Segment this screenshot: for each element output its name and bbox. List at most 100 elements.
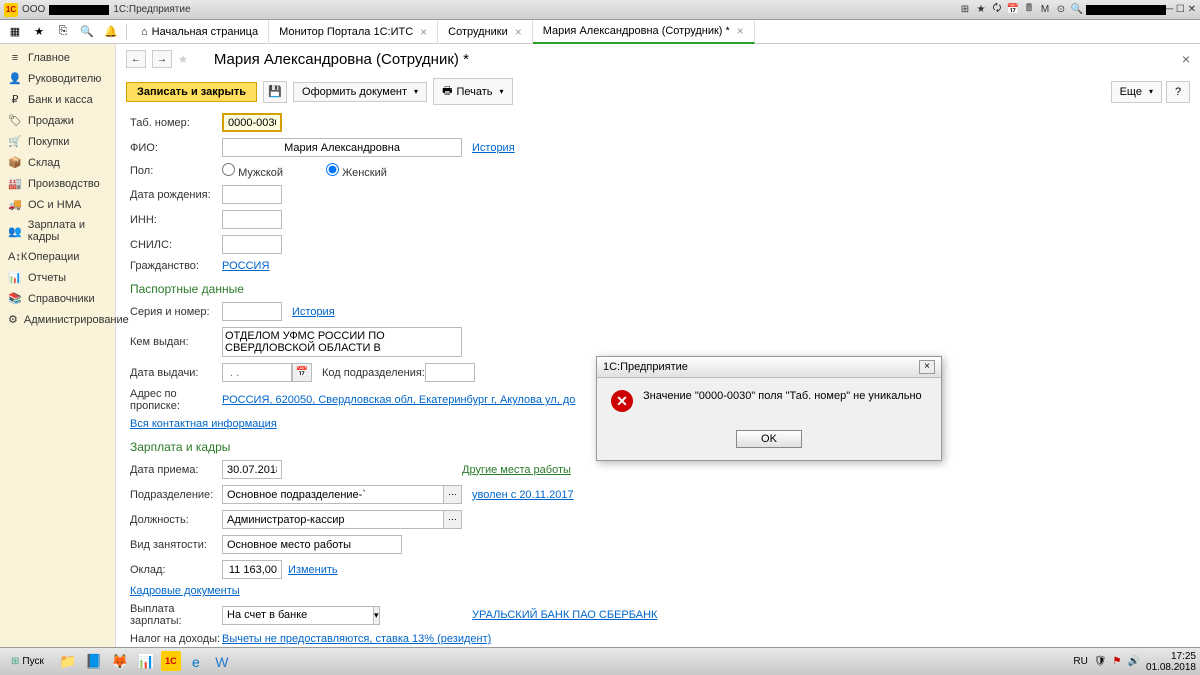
help-button[interactable]: ? — [1166, 81, 1190, 103]
tab-employees[interactable]: Сотрудники × — [438, 20, 533, 44]
print-dropdown[interactable]: 🖶Печать — [433, 78, 512, 105]
subdiv-code-input[interactable] — [425, 363, 475, 382]
tab-close-icon[interactable]: × — [420, 25, 427, 39]
sidebar-item-warehouse[interactable]: 📦Склад — [0, 152, 115, 173]
hire-date-label: Дата приема: — [130, 464, 222, 476]
sidebar-item-operations[interactable]: А↕КОперации — [0, 247, 115, 267]
hr-docs-link[interactable]: Кадровые документы — [130, 585, 240, 597]
citizenship-link[interactable]: РОССИЯ — [222, 260, 269, 272]
tab-close-icon[interactable]: × — [515, 25, 522, 39]
people-icon: 👥 — [8, 225, 22, 238]
tray-icon[interactable]: 🔍 — [1070, 3, 1084, 17]
sidebar-item-main[interactable]: ≡Главное — [0, 48, 115, 68]
tray-icon[interactable]: M — [1038, 3, 1052, 17]
more-dropdown[interactable]: Еще — [1111, 81, 1162, 103]
tray-icon[interactable]: 🔊 — [1127, 656, 1139, 667]
sidebar-item-label: Главное — [28, 52, 70, 64]
position-input[interactable] — [222, 510, 444, 529]
taskbar-clock[interactable]: 17:25 01.08.2018 — [1146, 651, 1196, 673]
fio-input[interactable] — [222, 138, 462, 157]
sidebar-item-reference[interactable]: 📚Справочники — [0, 288, 115, 309]
tab-close-icon[interactable]: × — [737, 24, 744, 38]
sidebar-item-production[interactable]: 🏭Производство — [0, 173, 115, 194]
calendar-icon[interactable]: 📅 — [292, 363, 312, 382]
favorite-star-icon[interactable] — [178, 53, 188, 66]
minimize-button[interactable]: ─ — [1166, 4, 1173, 15]
nav-forward-button[interactable]: → — [152, 50, 172, 68]
issue-date-input[interactable] — [222, 363, 292, 382]
search-icon[interactable]: 🔍 — [76, 22, 98, 42]
clipboard-icon[interactable]: ⎘ — [52, 22, 74, 42]
inn-input[interactable] — [222, 210, 282, 229]
tray-icon[interactable]: 📅 — [1006, 3, 1020, 17]
sidebar-item-reports[interactable]: 📊Отчеты — [0, 267, 115, 288]
change-salary-link[interactable]: Изменить — [288, 564, 338, 576]
bell-icon[interactable]: 🔔 — [100, 22, 122, 42]
sidebar-item-manager[interactable]: 👤Руководителю — [0, 68, 115, 89]
gender-female-radio[interactable]: Женский — [326, 163, 418, 179]
sidebar-item-sales[interactable]: 🏷Продажи — [0, 110, 115, 131]
open-ref-icon[interactable]: ⋯ — [444, 510, 462, 529]
history-link[interactable]: История — [472, 142, 515, 154]
maximize-button[interactable]: ☐ — [1176, 4, 1185, 15]
language-indicator[interactable]: RU — [1073, 656, 1087, 667]
tray-icon[interactable]: ⊙ — [1054, 3, 1068, 17]
issued-by-input[interactable]: ОТДЕЛОМ УФМС РОССИИ ПО СВЕРДЛОВСКОЙ ОБЛА… — [222, 327, 462, 357]
apps-grid-icon[interactable]: ▦ — [4, 22, 26, 42]
address-link[interactable]: РОССИЯ, 620050, Свердловская обл, Екатер… — [222, 394, 575, 406]
favorites-icon[interactable]: ★ — [28, 22, 50, 42]
save-icon-button[interactable]: 💾 — [263, 81, 287, 103]
sidebar-item-admin[interactable]: ⚙Администрирование — [0, 309, 115, 330]
birth-date-input[interactable] — [222, 185, 282, 204]
tax-link[interactable]: Вычеты не предоставляются, ставка 13% (р… — [222, 633, 491, 645]
taskbar-app-icon[interactable]: 📘 — [83, 651, 105, 673]
tray-icon[interactable]: ★ — [974, 3, 988, 17]
tray-icon[interactable]: ⚑ — [1113, 656, 1122, 667]
dept-input[interactable] — [222, 485, 444, 504]
snils-input[interactable] — [222, 235, 282, 254]
salary-input[interactable] — [222, 560, 282, 579]
gender-male-radio[interactable]: Мужской — [222, 163, 314, 179]
hire-date-input[interactable] — [222, 460, 282, 479]
format-document-dropdown[interactable]: Оформить документ — [293, 82, 427, 102]
passport-series-input[interactable] — [222, 302, 282, 321]
sidebar-item-assets[interactable]: 🚚ОС и НМА — [0, 194, 115, 215]
other-workplaces-link[interactable]: Другие места работы — [462, 464, 571, 476]
history-link[interactable]: История — [292, 306, 335, 318]
truck-icon: 🚚 — [8, 198, 22, 211]
dialog-close-button[interactable]: × — [919, 360, 935, 374]
chevron-down-icon[interactable]: ▾ — [374, 606, 380, 625]
taskbar-app-icon[interactable]: 📊 — [135, 651, 157, 673]
taskbar-word-icon[interactable]: W — [211, 651, 233, 673]
sidebar-item-purchases[interactable]: 🛒Покупки — [0, 131, 115, 152]
tab-employee-card[interactable]: Мария Александровна (Сотрудник) * × — [533, 20, 755, 44]
taskbar-firefox-icon[interactable]: 🦊 — [109, 651, 131, 673]
save-close-button[interactable]: Записать и закрыть — [126, 82, 257, 102]
user-icon: 👤 — [8, 72, 22, 85]
dialog-ok-button[interactable]: OK — [736, 430, 802, 448]
sidebar-item-bank[interactable]: ₽Банк и касса — [0, 89, 115, 110]
tab-number-input[interactable] — [222, 113, 282, 132]
books-icon: 📚 — [8, 292, 22, 305]
dept-label: Подразделение: — [130, 489, 222, 501]
taskbar-ie-icon[interactable]: e — [185, 651, 207, 673]
taskbar-app-icon[interactable]: 📁 — [57, 651, 79, 673]
close-button[interactable]: ✕ — [1188, 4, 1196, 15]
tray-icon[interactable]: ⊞ — [958, 3, 972, 17]
tab-home[interactable]: ⌂ Начальная страница — [131, 20, 269, 44]
all-contacts-link[interactable]: Вся контактная информация — [130, 418, 277, 430]
bank-link[interactable]: УРАЛЬСКИЙ БАНК ПАО СБЕРБАНК — [472, 609, 657, 621]
nav-back-button[interactable]: ← — [126, 50, 146, 68]
tray-icon[interactable]: 🗘 — [990, 3, 1004, 17]
payout-select[interactable] — [222, 606, 374, 625]
open-ref-icon[interactable]: ⋯ — [444, 485, 462, 504]
dismissed-link[interactable]: уволен с 20.11.2017 — [472, 489, 574, 501]
tray-icon[interactable]: 🖩 — [1022, 3, 1036, 17]
taskbar-1c-icon[interactable]: 1C — [161, 651, 181, 671]
employment-input[interactable] — [222, 535, 402, 554]
tray-icon[interactable]: 🛡 — [1094, 656, 1107, 667]
form-close-button[interactable]: × — [1182, 51, 1190, 67]
sidebar-item-hr[interactable]: 👥Зарплата и кадры — [0, 215, 115, 247]
tab-monitor[interactable]: Монитор Портала 1С:ИТС × — [269, 20, 438, 44]
start-button[interactable]: ⊞ Пуск — [4, 653, 51, 670]
